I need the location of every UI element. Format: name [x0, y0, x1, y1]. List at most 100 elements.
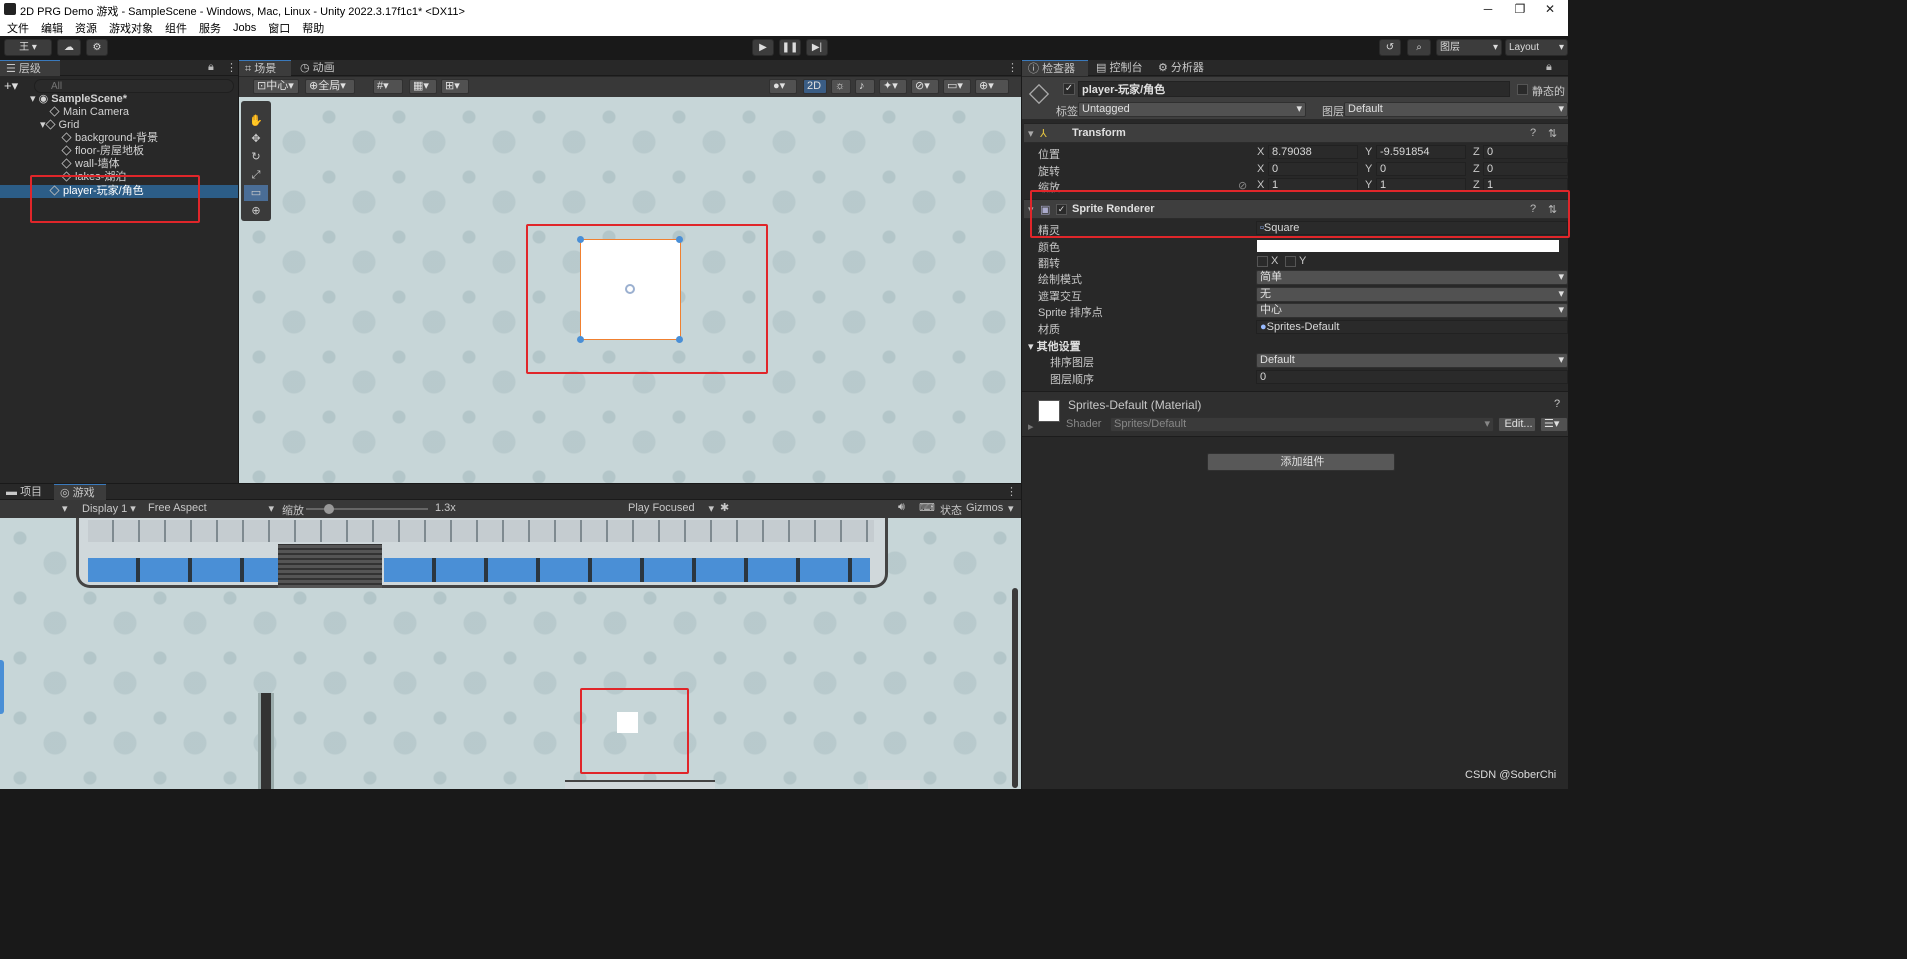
position-x-field[interactable]: 8.79038	[1268, 145, 1358, 159]
menu-window[interactable]: 窗口	[262, 18, 296, 36]
visibility-dropdown[interactable]: ⊘▾	[911, 79, 939, 94]
grid-snap-dropdown[interactable]: #▾	[373, 79, 403, 94]
aspect-dropdown[interactable]: Free Aspect ▾	[148, 502, 274, 515]
hierarchy-item-main-camera[interactable]: Main Camera	[49, 106, 129, 119]
draw-mode-dropdown[interactable]: 简单 ▾	[1256, 270, 1568, 285]
ruler-dropdown[interactable]: ⊞▾	[441, 79, 469, 94]
flip-x-checkbox[interactable]	[1257, 256, 1268, 267]
scene-viewport[interactable]: ✋ ✥ ↻ ⤢ ▭ ⊕	[239, 97, 1021, 483]
menu-help[interactable]: 帮助	[296, 18, 330, 36]
rotation-y-field[interactable]: 0	[1376, 162, 1466, 176]
shader-dropdown[interactable]: Sprites/Default ▾	[1110, 417, 1494, 432]
snap-increment-dropdown[interactable]: ▦▾	[409, 79, 437, 94]
draw-mode-dropdown[interactable]: ●▾	[769, 79, 797, 94]
hierarchy-item-background[interactable]: background-背景	[61, 132, 158, 145]
menu-gameobject[interactable]: 游戏对象	[103, 18, 159, 36]
shader-menu-icon[interactable]: ☰▾	[1540, 417, 1568, 432]
tab-animation[interactable]: ◷ 动画	[294, 60, 346, 76]
game-view-dropdown[interactable]: ▾	[62, 502, 68, 515]
add-component-button[interactable]: 添加组件	[1207, 453, 1395, 471]
flip-y-checkbox[interactable]	[1285, 256, 1296, 267]
stats-button[interactable]: 状态	[940, 502, 962, 518]
hierarchy-item-floor[interactable]: floor-房屋地板	[61, 145, 144, 158]
menu-file[interactable]: 文件	[1, 18, 35, 36]
gizmos-chevron-icon[interactable]: ▾	[1008, 502, 1014, 515]
menu-assets[interactable]: 资源	[69, 18, 103, 36]
menu-jobs[interactable]: Jobs	[227, 20, 262, 34]
static-checkbox[interactable]	[1517, 84, 1528, 95]
keyboard-icon[interactable]: ⌨	[919, 501, 935, 514]
collab-icon[interactable]: ⚙	[86, 39, 108, 56]
global-dropdown[interactable]: ⊕全局▾	[305, 79, 355, 94]
object-name-field[interactable]	[1078, 81, 1510, 97]
account-button[interactable]: 王 ▾	[4, 39, 52, 56]
other-settings-foldout[interactable]: ▾ 其他设置	[1028, 338, 1081, 354]
tab-game[interactable]: ◎ 游戏	[54, 484, 106, 500]
history-icon[interactable]: ↺	[1379, 39, 1401, 56]
layer-dropdown[interactable]: Default ▾	[1344, 102, 1568, 117]
tag-dropdown[interactable]: Untagged ▾	[1078, 102, 1306, 117]
rect-tool-icon[interactable]: ▭	[244, 185, 268, 201]
menu-component[interactable]: 组件	[159, 18, 193, 36]
more-icon[interactable]: ⋮	[1007, 61, 1018, 74]
sorting-layer-dropdown[interactable]: Default ▾	[1256, 353, 1568, 368]
gizmos-dropdown[interactable]: ⊕▾	[975, 79, 1009, 94]
play-mode-dropdown[interactable]: Play Focused ▾	[628, 502, 714, 515]
edit-shader-button[interactable]: Edit...	[1498, 417, 1536, 432]
tab-project[interactable]: ▬ 项目	[0, 484, 52, 500]
layers-dropdown[interactable]: 图层 ▾	[1436, 39, 1502, 56]
display-dropdown[interactable]: Display 1 ▾	[82, 502, 144, 515]
order-in-layer-field[interactable]: 0	[1256, 370, 1568, 384]
step-button[interactable]: ▶|	[806, 39, 828, 56]
audio-icon[interactable]: ♪	[855, 79, 875, 94]
settings-icon[interactable]: ⇅	[1548, 127, 1557, 140]
cloud-icon[interactable]: ☁	[57, 39, 81, 56]
hierarchy-item-wall[interactable]: wall-墙体	[61, 158, 120, 171]
menu-services[interactable]: 服务	[193, 18, 227, 36]
search-icon[interactable]: ⌕	[1407, 39, 1431, 56]
active-checkbox[interactable]: ✓	[1063, 83, 1075, 95]
tab-console[interactable]: ▤ 控制台	[1090, 60, 1152, 76]
lock-icon[interactable]: 🔒︎	[208, 61, 214, 74]
move-tool-icon[interactable]: ✥	[244, 131, 268, 147]
pivot-dropdown[interactable]: ⊡中心▾	[253, 79, 299, 94]
side-handle[interactable]	[0, 660, 4, 714]
toggle-2d-button[interactable]: 2D	[803, 79, 827, 94]
effects-dropdown[interactable]: ✦▾	[879, 79, 907, 94]
hierarchy-item-grid[interactable]: ▾ Grid	[40, 119, 79, 132]
sort-point-dropdown[interactable]: 中心 ▾	[1256, 303, 1568, 318]
scale-tool-icon[interactable]: ⤢	[244, 167, 268, 183]
scale-slider-thumb[interactable]	[324, 504, 334, 514]
tab-scene[interactable]: ⌗ 场景	[239, 60, 291, 76]
more-icon[interactable]: ⋮	[1006, 485, 1017, 498]
hand-tool-icon[interactable]: ✋	[244, 113, 268, 129]
vertical-scrollbar[interactable]	[1012, 588, 1018, 788]
help-icon[interactable]: ?	[1554, 398, 1560, 410]
position-z-field[interactable]: 0	[1483, 145, 1568, 159]
bug-icon[interactable]: ✱	[720, 501, 729, 514]
scene-root[interactable]: ▾ ◉ SampleScene*	[30, 93, 127, 106]
game-viewport[interactable]	[0, 518, 1021, 789]
tab-hierarchy[interactable]: ☰ 层级	[0, 60, 60, 76]
hierarchy-search-input[interactable]	[34, 79, 234, 93]
rotation-x-field[interactable]: 0	[1268, 162, 1358, 176]
more-icon[interactable]: ⋮	[226, 61, 237, 74]
foldout-icon[interactable]: ▸	[1028, 420, 1034, 433]
camera-dropdown[interactable]: ▭▾	[943, 79, 971, 94]
foldout-icon[interactable]: ▾	[1028, 127, 1034, 140]
pause-button[interactable]: ❚❚	[779, 39, 801, 56]
play-button[interactable]: ▶	[752, 39, 774, 56]
tab-profiler[interactable]: ⚙ 分析器	[1152, 60, 1218, 76]
add-icon[interactable]: +▾	[4, 78, 18, 94]
lighting-icon[interactable]: ☼	[831, 79, 851, 94]
rotation-z-field[interactable]: 0	[1483, 162, 1568, 176]
transform-header[interactable]: ▾ ⅄ Transform ? ⇅	[1024, 123, 1568, 143]
layout-dropdown[interactable]: Layout ▾	[1505, 39, 1568, 56]
rotate-tool-icon[interactable]: ↻	[244, 149, 268, 165]
material-field[interactable]: ●Sprites-Default	[1256, 320, 1568, 334]
close-button[interactable]: ✕	[1530, 0, 1570, 18]
menu-edit[interactable]: 编辑	[35, 18, 69, 36]
position-y-field[interactable]: -9.591854	[1376, 145, 1466, 159]
gizmos-button[interactable]: Gizmos	[966, 502, 1003, 514]
lock-icon[interactable]: 🔒︎	[1546, 61, 1552, 74]
